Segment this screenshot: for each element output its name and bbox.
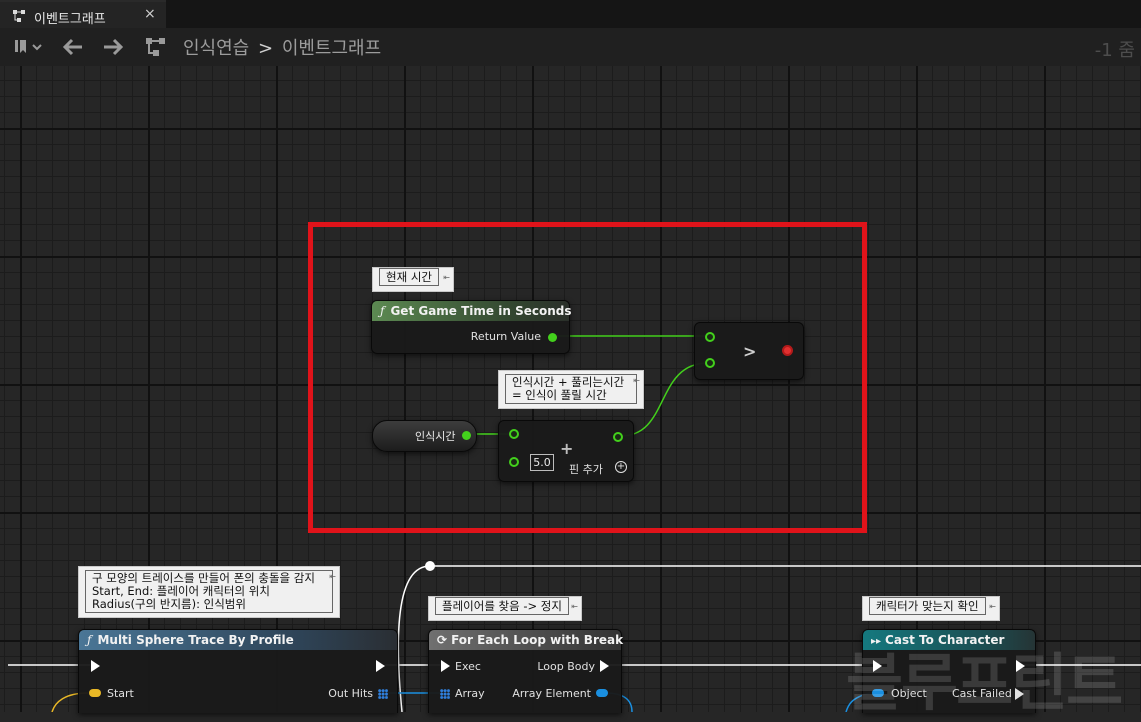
exec-in-pin[interactable] — [441, 660, 450, 672]
node-title: Multi Sphere Trace By Profile — [97, 633, 294, 647]
node-header: ⟳ For Each Loop with Break — [429, 630, 624, 650]
comment-body: 구 모양의 트레이스를 만들어 폰의 충돌을 감지 Start, End: 플레… — [85, 570, 333, 613]
pin-start[interactable] — [89, 689, 101, 697]
wire-loop-return-curve — [397, 565, 431, 712]
exec-out-pin[interactable] — [376, 660, 385, 672]
node-greater-than[interactable]: > — [694, 322, 804, 380]
node-header: ƒ Get Game Time in Seconds — [372, 301, 572, 321]
pin-label-out-hits: Out Hits — [328, 687, 373, 700]
node-get-game-time[interactable]: ƒ Get Game Time in Seconds Return Value — [371, 300, 572, 354]
pin-label-start: Start — [107, 687, 134, 700]
add-value-input[interactable]: 5.0 — [530, 454, 554, 471]
pin-add-b[interactable] — [509, 457, 519, 467]
node-title: For Each Loop with Break — [451, 633, 624, 647]
function-icon: ƒ — [380, 304, 385, 318]
comment-line: Radius(구의 반지름): 인식범위 — [92, 597, 246, 611]
pin-icon: ⇤ — [329, 572, 336, 581]
node-header: ƒ Multi Sphere Trace By Profile — [79, 630, 397, 650]
add-pin-label[interactable]: 핀 추가 — [569, 461, 603, 477]
pin-b[interactable] — [705, 358, 715, 368]
operator-symbol: + — [560, 439, 574, 458]
function-icon: ƒ — [87, 633, 92, 647]
pin-label-array-element: Array Element — [512, 687, 591, 700]
pin-a[interactable] — [705, 332, 715, 342]
node-add[interactable]: 5.0 + 핀 추가 + — [498, 420, 634, 482]
pin-label-loop-body: Loop Body — [537, 660, 595, 673]
pin-return-value[interactable] — [548, 333, 557, 342]
comment-check-character: 캐릭터가 맞는지 확인 ⇤ — [862, 596, 1000, 621]
node-title: Get Game Time in Seconds — [390, 304, 572, 318]
pin-label-exec: Exec — [455, 660, 481, 673]
comment-text: 플레이어를 찾음 -> 정지 — [435, 597, 569, 615]
comment-found-player: 플레이어를 찾음 -> 정지 ⇤ — [428, 596, 582, 621]
plus-circle-icon[interactable]: + — [615, 461, 627, 473]
node-for-each-loop[interactable]: ⟳ For Each Loop with Break Exec Loop Body… — [428, 629, 624, 713]
exec-out-pin[interactable] — [600, 660, 609, 672]
pin-add-out[interactable] — [613, 432, 623, 442]
loop-icon: ⟳ — [437, 633, 448, 647]
pin-array-element[interactable] — [596, 689, 608, 697]
comment-sphere-trace: 구 모양의 트레이스를 만들어 폰의 충돌을 감지 Start, End: 플레… — [78, 566, 340, 618]
pin-icon: ⇤ — [571, 602, 578, 611]
comment-line: = 인식이 풀릴 시간 — [512, 388, 607, 402]
comment-body: 인식시간 + 풀리는시간 = 인식이 풀릴 시간 — [505, 374, 637, 404]
pin-icon: ⇤ — [633, 376, 640, 385]
exec-in-pin[interactable] — [91, 660, 100, 672]
node-multi-sphere-trace[interactable]: ƒ Multi Sphere Trace By Profile Start Out… — [78, 629, 398, 713]
operator-symbol: > — [743, 342, 757, 361]
comment-current-time: 현재 시간 ⇤ — [372, 267, 454, 292]
comment-text: 현재 시간 — [379, 268, 439, 286]
pin-icon: ⇤ — [443, 273, 450, 282]
pin-add-a[interactable] — [509, 429, 519, 439]
comment-recognize-plus: 인식시간 + 풀리는시간 = 인식이 풀릴 시간 ⇤ — [498, 370, 644, 409]
pin-bool-out[interactable] — [782, 345, 793, 356]
array-grid-icon[interactable] — [440, 689, 450, 699]
variable-label: 인식시간 — [415, 430, 456, 443]
pin-variable-out[interactable] — [462, 431, 471, 440]
comment-text: 캐릭터가 맞는지 확인 — [869, 597, 986, 615]
node-variable-recognize-time[interactable]: 인식시간 — [372, 420, 477, 452]
pin-label-array: Array — [455, 687, 485, 700]
watermark: 블루프린트 — [846, 646, 1123, 719]
wire-reroute-node — [425, 561, 435, 571]
pin-icon: ⇤ — [989, 602, 996, 611]
pin-label-return-value: Return Value — [470, 330, 541, 343]
array-grid-icon[interactable] — [378, 689, 388, 699]
